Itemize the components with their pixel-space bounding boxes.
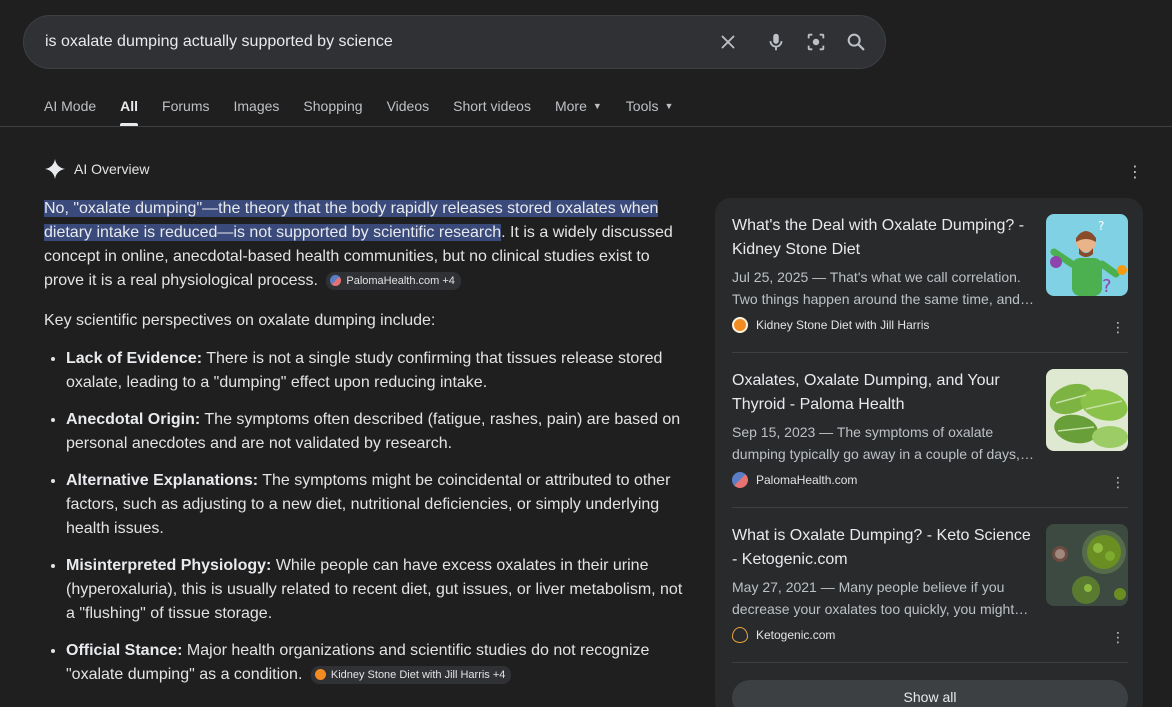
- source-card[interactable]: Oxalates, Oxalate Dumping, and Your Thyr…: [732, 369, 1128, 491]
- separator: [732, 352, 1128, 353]
- more-options-icon[interactable]: ⋮: [1111, 473, 1125, 491]
- source-name: Kidney Stone Diet with Jill Harris: [756, 318, 930, 332]
- tab-label: Images: [233, 98, 280, 114]
- source-card[interactable]: What is Oxalate Dumping? - Keto Science …: [732, 524, 1128, 646]
- source-site: PalomaHealth.com: [732, 472, 1128, 488]
- source-favicon-icon: [732, 472, 748, 488]
- list-item: Alternative Explanations: The symptoms m…: [66, 469, 684, 541]
- tab-label: Forums: [162, 98, 210, 114]
- tab-label: Short videos: [453, 98, 531, 114]
- source-title[interactable]: What's the Deal with Oxalate Dumping? - …: [732, 214, 1037, 262]
- search-input[interactable]: is oxalate dumping actually supported by…: [45, 33, 393, 51]
- tab-ai-mode[interactable]: AI Mode: [44, 96, 96, 116]
- tab-label: All: [120, 98, 139, 114]
- source-site: Kidney Stone Diet with Jill Harris: [732, 317, 1128, 333]
- ai-overview-content: No, "oxalate dumping"—the theory that th…: [44, 197, 684, 700]
- separator: [732, 507, 1128, 508]
- tab-shopping[interactable]: Shopping: [303, 96, 362, 116]
- search-bar[interactable]: is oxalate dumping actually supported by…: [23, 15, 886, 69]
- tab-label: Tools: [625, 98, 659, 114]
- intro-paragraph: Key scientific perspectives on oxalate d…: [44, 312, 436, 329]
- point-heading: Alternative Explanations:: [66, 472, 259, 489]
- source-name: PalomaHealth.com: [756, 473, 858, 487]
- svg-text:?: ?: [1102, 276, 1112, 296]
- caret-down-icon: ▼: [592, 101, 602, 111]
- mic-icon[interactable]: [764, 30, 788, 54]
- source-favicon-icon: [330, 275, 342, 287]
- citation-chip[interactable]: PalomaHealth.com +4: [326, 271, 461, 290]
- tab-label: AI Mode: [44, 98, 97, 114]
- tab-short-videos[interactable]: Short videos: [453, 96, 531, 116]
- search-tabs: AI Mode All Forums Images Shopping Video…: [44, 96, 697, 126]
- tab-label: More: [554, 98, 587, 114]
- source-snippet: May 27, 2021 — Many people believe if yo…: [732, 579, 1029, 617]
- source-name: Ketogenic.com: [756, 628, 836, 642]
- show-all-button[interactable]: Show all: [732, 680, 1128, 707]
- source-site: Ketogenic.com: [732, 627, 1128, 643]
- tab-images[interactable]: Images: [233, 96, 279, 116]
- source-favicon-icon: [732, 627, 748, 643]
- tab-tools[interactable]: Tools ▼: [626, 96, 674, 116]
- tab-videos[interactable]: Videos: [387, 96, 430, 116]
- more-options-icon[interactable]: ⋮: [1111, 318, 1125, 336]
- source-thumbnail[interactable]: [1046, 369, 1128, 451]
- ai-overview-header: AI Overview: [44, 158, 149, 180]
- more-options-icon[interactable]: ⋮: [1127, 162, 1143, 182]
- source-favicon-icon: [314, 669, 326, 681]
- caret-down-icon: ▼: [664, 101, 674, 111]
- source-thumbnail[interactable]: [1046, 524, 1128, 606]
- source-title[interactable]: Oxalates, Oxalate Dumping, and Your Thyr…: [732, 369, 1037, 417]
- citation-label: PalomaHealth.com +4: [346, 274, 455, 287]
- source-thumbnail[interactable]: ? ?: [1046, 214, 1128, 296]
- tabs-divider: [0, 126, 1172, 127]
- list-item: Anecdotal Origin: The symptoms often des…: [66, 408, 684, 456]
- close-icon[interactable]: [716, 30, 740, 54]
- source-snippet: Sep 15, 2023 — The symptoms of oxalate d…: [732, 424, 1034, 462]
- search-icon[interactable]: [844, 30, 868, 54]
- list-item: Lack of Evidence: There is not a single …: [66, 347, 684, 395]
- tab-more[interactable]: More ▼: [555, 96, 602, 116]
- tab-label: Shopping: [303, 98, 363, 114]
- point-heading: Official Stance:: [66, 642, 183, 659]
- ai-overview-title: AI Overview: [74, 161, 150, 177]
- citation-label: Kidney Stone Diet with Jill Harris +4: [330, 668, 506, 681]
- source-title[interactable]: What is Oxalate Dumping? - Keto Science …: [732, 524, 1037, 572]
- tab-all[interactable]: All: [120, 96, 139, 126]
- lens-icon[interactable]: [804, 30, 828, 54]
- sources-panel: What's the Deal with Oxalate Dumping? - …: [715, 198, 1143, 707]
- source-card[interactable]: What's the Deal with Oxalate Dumping? - …: [732, 214, 1128, 336]
- point-heading: Misinterpreted Physiology:: [66, 557, 272, 574]
- more-options-icon[interactable]: ⋮: [1111, 628, 1125, 646]
- point-heading: Anecdotal Origin:: [66, 411, 201, 428]
- list-item: Misinterpreted Physiology: While people …: [66, 554, 684, 626]
- separator: [732, 662, 1128, 663]
- ai-overview-summary: No, "oxalate dumping"—the theory that th…: [44, 197, 684, 293]
- tab-forums[interactable]: Forums: [162, 96, 209, 116]
- source-favicon-icon: [732, 317, 748, 333]
- citation-chip[interactable]: Kidney Stone Diet with Jill Harris +4: [310, 665, 512, 684]
- sparkle-icon: [44, 158, 66, 180]
- point-heading: Lack of Evidence:: [66, 350, 203, 367]
- source-snippet: Jul 25, 2025 — That's what we call corre…: [732, 269, 1034, 307]
- tab-label: Videos: [386, 98, 430, 114]
- list-item: Official Stance: Major health organizati…: [66, 639, 684, 687]
- svg-text:?: ?: [1098, 219, 1104, 233]
- key-points-list: Lack of Evidence: There is not a single …: [44, 347, 684, 687]
